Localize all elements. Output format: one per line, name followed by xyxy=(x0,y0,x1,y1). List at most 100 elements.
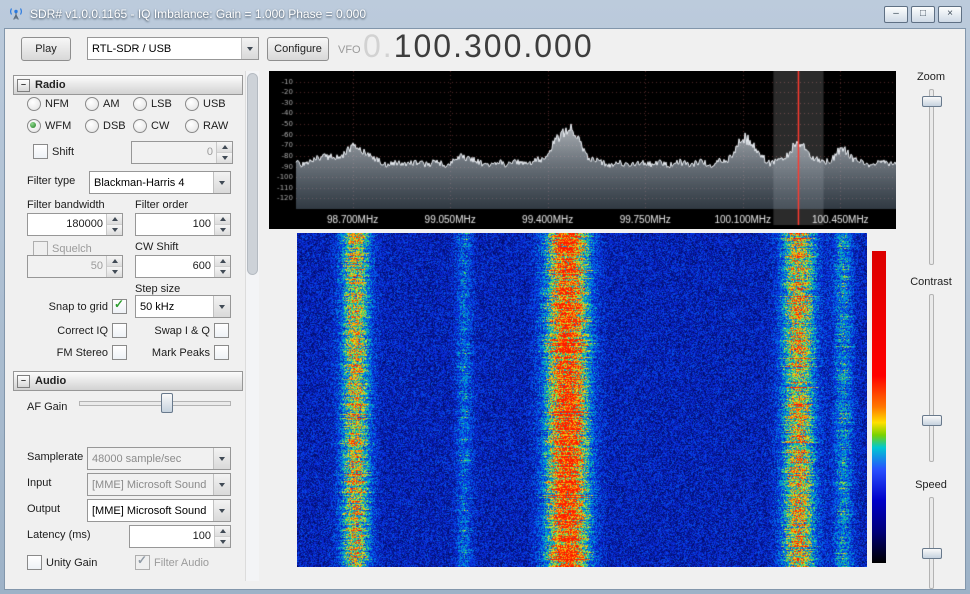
af-gain-slider[interactable] xyxy=(79,393,231,412)
spinner-arrows-icon xyxy=(216,142,232,163)
radio-icon xyxy=(185,119,199,133)
spinner-arrows-icon[interactable] xyxy=(214,526,230,547)
close-icon[interactable]: × xyxy=(938,6,962,23)
radio-panel-title: Radio xyxy=(35,79,66,91)
vfo-label: VFO xyxy=(338,44,361,56)
filter-order-label: Filter order xyxy=(135,199,188,211)
radio-icon xyxy=(85,97,99,111)
latency-label: Latency (ms) xyxy=(27,529,91,541)
slider-track xyxy=(929,294,934,462)
step-size-select[interactable]: 50 kHz xyxy=(135,295,231,318)
source-select[interactable]: RTL-SDR / USB xyxy=(87,37,259,60)
chevron-down-icon[interactable] xyxy=(213,172,230,193)
window-controls: – □ × xyxy=(884,6,962,23)
filter-bandwidth-input[interactable]: 180000 xyxy=(27,213,123,236)
configure-button[interactable]: Configure xyxy=(267,37,329,61)
mode-usb[interactable]: USB xyxy=(185,97,233,111)
cw-shift-input[interactable]: 600 xyxy=(135,255,231,278)
mode-raw[interactable]: RAW xyxy=(185,119,233,133)
slider-thumb[interactable] xyxy=(161,393,173,413)
filter-type-select[interactable]: Blackman-Harris 4 xyxy=(89,171,231,194)
zoom-label: Zoom xyxy=(897,71,965,83)
spectrum-canvas[interactable] xyxy=(269,71,896,229)
squelch-input: 50 xyxy=(27,255,123,278)
mark-peaks-checkbox[interactable]: Mark Peaks xyxy=(127,345,229,360)
client-area: Play RTL-SDR / USB Configure VFO 0. 100.… xyxy=(4,28,966,590)
spectrum-display[interactable] xyxy=(269,71,896,229)
radio-icon xyxy=(133,119,147,133)
scrollbar-thumb[interactable] xyxy=(247,73,258,275)
window-title: SDR# v1.0.0.1165 - IQ Imbalance: Gain = … xyxy=(30,7,366,21)
radio-panel-header[interactable]: – Radio xyxy=(13,75,243,95)
radio-icon xyxy=(185,97,199,111)
spinner-arrows-icon[interactable] xyxy=(214,256,230,277)
unity-gain-checkbox[interactable]: Unity Gain xyxy=(27,555,97,570)
minimize-icon[interactable]: – xyxy=(884,6,908,23)
collapse-icon[interactable]: – xyxy=(17,79,30,92)
mode-am[interactable]: AM xyxy=(85,97,131,111)
spinner-arrows-icon[interactable] xyxy=(106,214,122,235)
samplerate-label: Samplerate xyxy=(27,451,83,463)
frequency-digits[interactable]: 100.300.000 xyxy=(394,28,594,65)
slider-track xyxy=(79,401,231,406)
filter-audio-checkbox: Filter Audio xyxy=(135,555,209,570)
zoom-slider[interactable] xyxy=(897,89,965,265)
samplerate-select: 48000 sample/sec xyxy=(87,447,231,470)
toolbar: Play RTL-SDR / USB Configure VFO 0. 100.… xyxy=(5,29,965,67)
chevron-down-icon[interactable] xyxy=(213,296,230,317)
mode-cw[interactable]: CW xyxy=(133,119,183,133)
spinner-arrows-icon[interactable] xyxy=(214,214,230,235)
output-select[interactable]: [MME] Microsoft Sound xyxy=(87,499,231,522)
maximize-icon[interactable]: □ xyxy=(911,6,935,23)
slider-thumb[interactable] xyxy=(922,548,942,559)
checkbox-icon xyxy=(135,555,150,570)
step-size-label: Step size xyxy=(135,283,180,295)
correct-iq-checkbox[interactable]: Correct IQ xyxy=(19,323,127,338)
checkbox-icon xyxy=(112,323,127,338)
waterfall-canvas[interactable] xyxy=(297,233,867,567)
checkbox-icon xyxy=(112,299,127,314)
shift-checkbox[interactable]: Shift xyxy=(33,144,74,159)
cw-shift-label: CW Shift xyxy=(135,241,178,253)
sdr-sharp-window: SDR# v1.0.0.1165 - IQ Imbalance: Gain = … xyxy=(0,0,970,594)
mode-nfm[interactable]: NFM xyxy=(27,97,83,111)
af-gain-label: AF Gain xyxy=(27,401,67,413)
filter-order-input[interactable]: 100 xyxy=(135,213,231,236)
fm-stereo-checkbox[interactable]: FM Stereo xyxy=(19,345,127,360)
frequency-dim-digits[interactable]: 0. xyxy=(363,28,394,65)
output-label: Output xyxy=(27,503,60,515)
panel-scrollbar[interactable] xyxy=(245,71,259,581)
slider-track xyxy=(929,497,934,589)
contrast-slider[interactable] xyxy=(897,294,965,462)
latency-input[interactable]: 100 xyxy=(129,525,231,548)
radio-icon xyxy=(27,119,41,133)
input-select: [MME] Microsoft Sound xyxy=(87,473,231,496)
audio-panel-header[interactable]: – Audio xyxy=(13,371,243,391)
checkbox-icon xyxy=(27,555,42,570)
speed-label: Speed xyxy=(897,479,965,491)
waterfall-area xyxy=(269,233,896,567)
mode-wfm[interactable]: WFM xyxy=(27,119,83,133)
chevron-down-icon[interactable] xyxy=(241,38,258,59)
source-select-value: RTL-SDR / USB xyxy=(88,43,241,55)
frequency-display[interactable]: 0. 100.300.000 xyxy=(363,28,594,65)
app-icon xyxy=(8,6,24,22)
checkbox-icon xyxy=(33,144,48,159)
shift-input: 0 xyxy=(131,141,233,164)
spinner-arrows-icon xyxy=(106,256,122,277)
slider-thumb[interactable] xyxy=(922,96,942,107)
speed-slider[interactable] xyxy=(897,497,965,589)
swap-iq-checkbox[interactable]: Swap I & Q xyxy=(127,323,229,338)
chevron-down-icon xyxy=(213,474,230,495)
collapse-icon[interactable]: – xyxy=(17,375,30,388)
audio-panel-title: Audio xyxy=(35,375,66,387)
snap-to-grid-checkbox[interactable]: Snap to grid xyxy=(19,299,127,314)
title-bar[interactable]: SDR# v1.0.0.1165 - IQ Imbalance: Gain = … xyxy=(0,0,970,28)
chevron-down-icon[interactable] xyxy=(213,500,230,521)
play-button[interactable]: Play xyxy=(21,37,71,61)
slider-thumb[interactable] xyxy=(922,415,942,426)
radio-icon xyxy=(133,97,147,111)
chevron-down-icon xyxy=(213,448,230,469)
mode-dsb[interactable]: DSB xyxy=(85,119,131,133)
mode-lsb[interactable]: LSB xyxy=(133,97,183,111)
